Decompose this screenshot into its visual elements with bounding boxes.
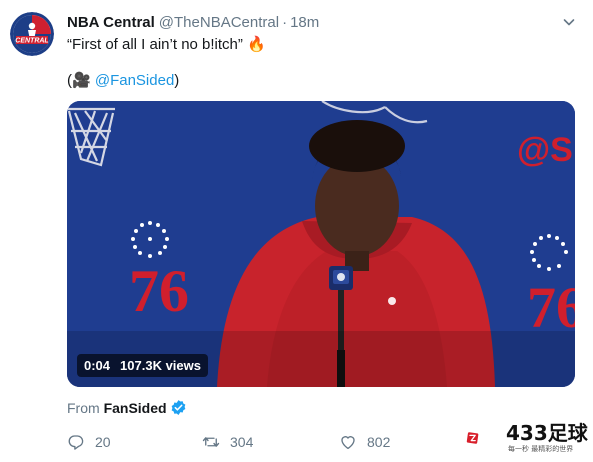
sixers-logo-right: 76 bbox=[527, 275, 575, 340]
like-count: 802 bbox=[367, 434, 391, 450]
video-player[interactable]: 76 76 @SIX bbox=[67, 101, 575, 387]
credit-prefix: (🎥 bbox=[67, 72, 95, 89]
mention-link[interactable]: @FanSided bbox=[95, 72, 174, 89]
header-separator: · bbox=[282, 14, 288, 31]
video-views: 107.3K views bbox=[120, 358, 201, 373]
tweet-header: NBA Central @TheNBACentral · 18m bbox=[67, 14, 319, 32]
reply-button[interactable]: 20 bbox=[67, 432, 111, 452]
video-duration: 0:04 bbox=[84, 358, 111, 373]
tweet-actions: 20 304 802 bbox=[67, 432, 527, 452]
retweet-count: 304 bbox=[230, 434, 254, 450]
heart-icon bbox=[341, 436, 355, 450]
author-name[interactable]: NBA Central bbox=[67, 14, 155, 31]
credit-suffix: ) bbox=[174, 72, 180, 89]
tweet-credit: (🎥 @FanSided) bbox=[67, 72, 179, 90]
video-frame: 76 76 @SIX bbox=[67, 101, 575, 387]
video-stats-badge: 0:04 107.3K views bbox=[77, 354, 208, 377]
reply-icon bbox=[68, 435, 84, 450]
source-line: From FanSided bbox=[67, 399, 187, 417]
nba-central-logo-icon: CENTRAL bbox=[10, 12, 54, 56]
sixers-logo-left: 76 bbox=[129, 258, 189, 324]
source-name[interactable]: FanSided bbox=[104, 400, 167, 416]
watermark-subtext: 每一秒 最精彩的世界 bbox=[508, 445, 574, 453]
author-handle[interactable]: @TheNBACentral bbox=[159, 14, 279, 31]
reply-count: 20 bbox=[95, 434, 111, 450]
tweet-timestamp[interactable]: 18m bbox=[290, 14, 319, 31]
author-avatar[interactable]: CENTRAL bbox=[10, 12, 54, 56]
chevron-down-icon[interactable] bbox=[562, 15, 576, 29]
watermark-logo-icon bbox=[466, 432, 479, 444]
verified-badge-icon bbox=[171, 400, 185, 415]
retweet-icon bbox=[202, 437, 220, 447]
watermark-text: 433足球 bbox=[506, 421, 588, 445]
source-prefix: From bbox=[67, 400, 104, 416]
tweet-text: “First of all I ain’t no b!itch” 🔥 bbox=[67, 36, 266, 53]
retweet-button[interactable]: 304 bbox=[202, 432, 253, 452]
like-button[interactable]: 802 bbox=[339, 432, 390, 452]
avatar-text: CENTRAL bbox=[15, 38, 48, 45]
sixers-tag: @SIX bbox=[517, 131, 575, 169]
